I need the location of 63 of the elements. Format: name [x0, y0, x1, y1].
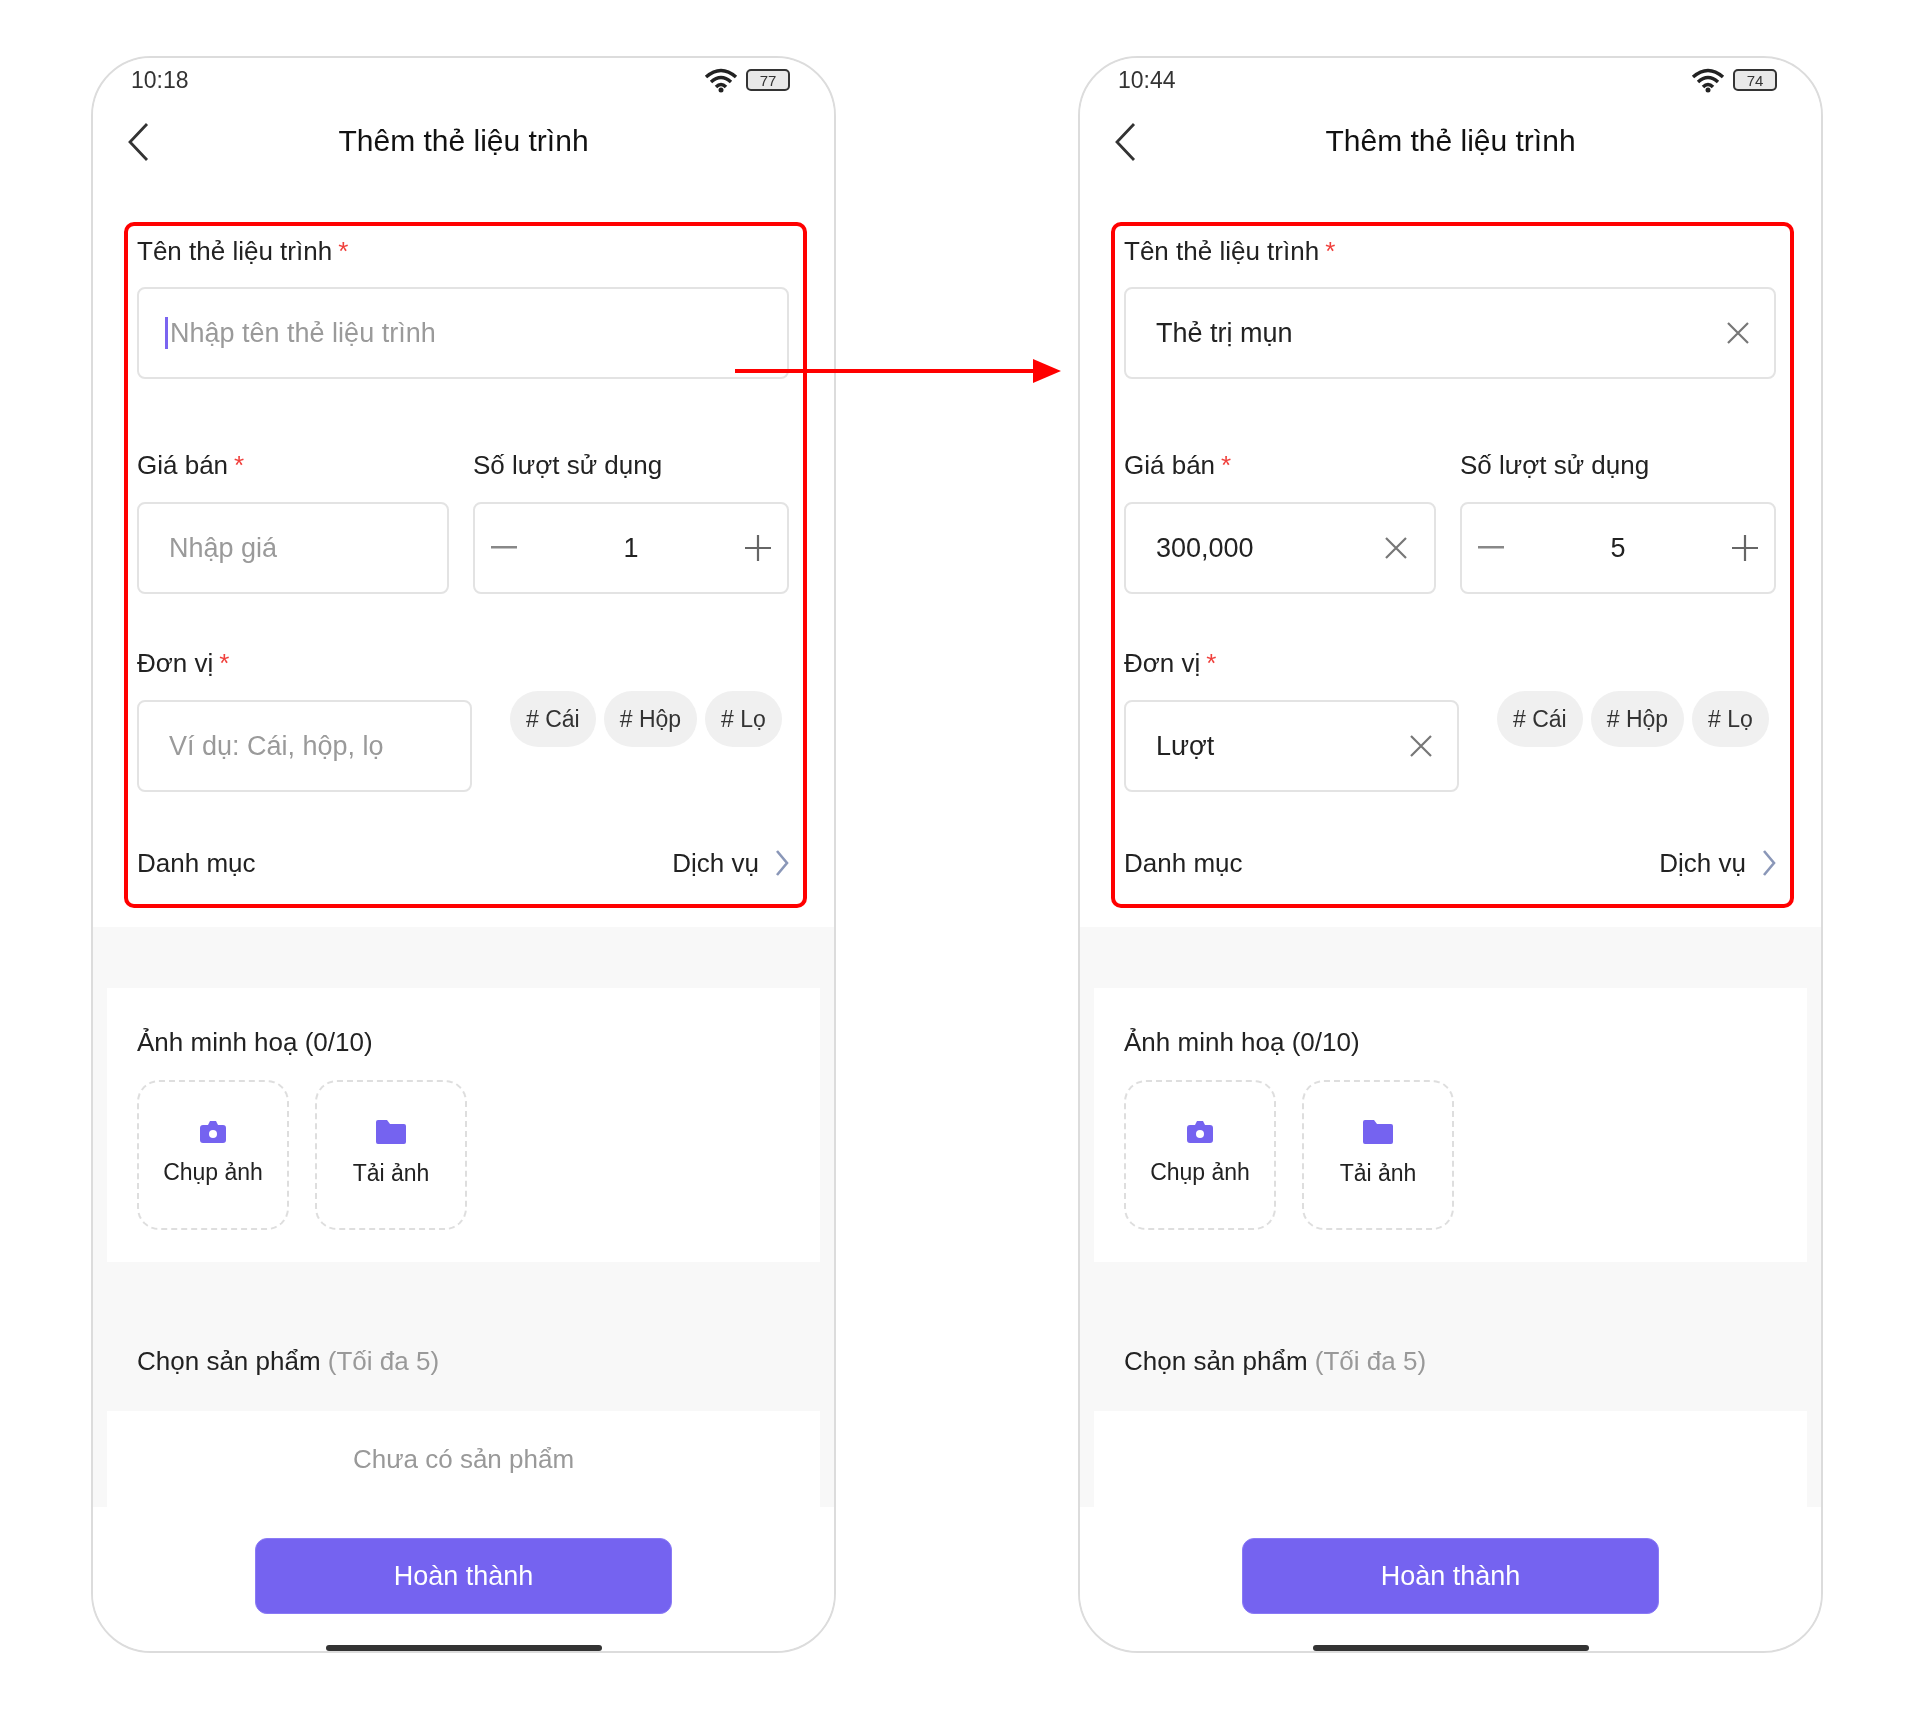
wifi-icon [1691, 67, 1725, 93]
status-time: 10:44 [1118, 65, 1176, 95]
folder-icon [1363, 1119, 1393, 1144]
field-label: Đơn vị [1124, 648, 1201, 678]
page-title: Thêm thẻ liệu trình [1325, 122, 1576, 159]
close-icon[interactable] [1726, 321, 1750, 345]
plus-icon[interactable] [745, 535, 771, 561]
camera-icon [200, 1120, 226, 1143]
section-title: Chọn sản phẩm (Tối đa 5) [137, 1346, 440, 1376]
battery-level: 77 [746, 69, 790, 91]
required-mark: * [338, 236, 349, 266]
take-photo-button[interactable]: Chụp ảnh [1124, 1080, 1276, 1230]
status-time: 10:18 [131, 65, 189, 95]
field-label: Số lượt sử dụng [1460, 450, 1650, 480]
required-mark: * [1206, 648, 1217, 678]
battery-level: 74 [1733, 69, 1777, 91]
unit-chip[interactable]: # Lọ [1692, 691, 1769, 747]
price-input-field[interactable]: 300,000 [1124, 502, 1436, 594]
camera-icon [1187, 1120, 1213, 1143]
take-photo-button[interactable]: Chụp ảnh [137, 1080, 289, 1230]
back-icon[interactable] [127, 122, 149, 162]
required-mark: * [234, 450, 245, 480]
minus-icon[interactable] [1478, 546, 1504, 550]
field-label: Danh mục [137, 847, 256, 880]
complete-button[interactable]: Hoàn thành [255, 1538, 672, 1614]
category-value[interactable]: Dịch vụ [672, 846, 759, 880]
back-icon[interactable] [1114, 122, 1136, 162]
quantity-value: 5 [1610, 531, 1626, 565]
upload-photo-button[interactable]: Tải ảnh [1302, 1080, 1454, 1230]
section-title: Chọn sản phẩm (Tối đa 5) [1124, 1346, 1427, 1376]
unit-chip[interactable]: # Lọ [705, 691, 782, 747]
field-label: Đơn vị [137, 648, 214, 678]
field-label: Số lượt sử dụng [473, 450, 663, 480]
wifi-icon [704, 67, 738, 93]
folder-icon [376, 1119, 406, 1144]
unit-chip[interactable]: # Cái [1497, 691, 1583, 747]
unit-chip[interactable]: # Hộp [603, 691, 698, 747]
complete-button[interactable]: Hoàn thành [1242, 1538, 1659, 1614]
field-label: Giá bán [137, 450, 229, 480]
chevron-right-icon[interactable] [1762, 849, 1776, 877]
unit-input-field[interactable]: Lượt [1124, 700, 1459, 792]
quantity-value: 1 [623, 531, 639, 565]
unit-chip[interactable]: # Hộp [1590, 691, 1685, 747]
empty-state-text: Chưa có sản phẩm [352, 1443, 575, 1476]
field-label: Tên thẻ liệu trình [1124, 236, 1320, 266]
minus-icon[interactable] [491, 546, 517, 550]
section-title: Ảnh minh hoạ (0/10) [137, 1026, 374, 1059]
required-mark: * [1325, 236, 1336, 266]
field-label: Danh mục [1124, 847, 1243, 880]
required-mark: * [219, 648, 230, 678]
chevron-right-icon[interactable] [775, 849, 789, 877]
upload-photo-button[interactable]: Tải ảnh [315, 1080, 467, 1230]
close-icon[interactable] [1384, 536, 1408, 560]
field-label: Giá bán [1124, 450, 1216, 480]
field-label: Tên thẻ liệu trình [137, 236, 333, 266]
name-input-field[interactable]: Thẻ trị mụn [1124, 287, 1776, 379]
unit-chip[interactable]: # Cái [510, 691, 596, 747]
page-title: Thêm thẻ liệu trình [338, 122, 589, 159]
category-value[interactable]: Dịch vụ [1659, 846, 1746, 880]
section-title: Ảnh minh hoạ (0/10) [1124, 1026, 1361, 1059]
close-icon[interactable] [1409, 734, 1433, 758]
plus-icon[interactable] [1732, 535, 1758, 561]
required-mark: * [1221, 450, 1232, 480]
